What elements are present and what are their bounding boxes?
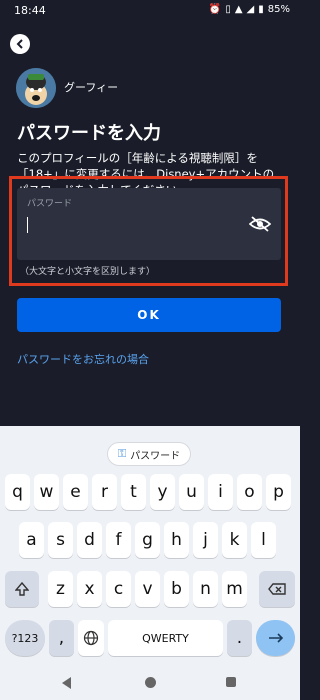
key-d[interactable]: d <box>77 522 102 558</box>
back-arrow-icon <box>16 39 23 49</box>
key-j[interactable]: j <box>193 522 218 558</box>
symbols-key[interactable]: ?123 <box>5 620 45 656</box>
key-m[interactable]: m <box>222 571 247 607</box>
key-x[interactable]: x <box>77 571 102 607</box>
enter-arrow-icon <box>268 633 283 643</box>
key-n[interactable]: n <box>193 571 218 607</box>
status-icons: ⏰ ▯ ▲ ◢ ▮ 85% <box>209 4 290 15</box>
suggestion-label: パスワード <box>130 450 181 462</box>
eye-off-icon[interactable] <box>249 216 271 232</box>
key-u[interactable]: u <box>179 474 204 510</box>
globe-key[interactable] <box>78 620 104 656</box>
wifi-icon: ▲ <box>234 4 243 15</box>
password-suggestion-chip[interactable]: ⚿ パスワード <box>107 442 191 466</box>
key-w[interactable]: w <box>34 474 59 510</box>
enter-key[interactable] <box>256 620 295 656</box>
key-b[interactable]: b <box>164 571 189 607</box>
key-t[interactable]: t <box>121 474 146 510</box>
period-key[interactable]: . <box>227 620 252 656</box>
battery-icon: ▮ <box>258 4 264 15</box>
vibrate-icon: ▯ <box>225 4 231 15</box>
key-q[interactable]: q <box>5 474 30 510</box>
profile-name: グーフィー <box>64 81 119 94</box>
key-l[interactable]: l <box>251 522 276 558</box>
shift-icon <box>15 582 29 596</box>
key-z[interactable]: z <box>48 571 73 607</box>
password-field[interactable]: パスワード <box>17 188 281 260</box>
key-v[interactable]: v <box>135 571 160 607</box>
forgot-password-link[interactable]: パスワードをお忘れの場合 <box>17 351 149 367</box>
key-i[interactable]: i <box>208 474 233 510</box>
battery-level: 85% <box>267 4 290 15</box>
key-c[interactable]: c <box>106 571 131 607</box>
key-h[interactable]: h <box>164 522 189 558</box>
backspace-key[interactable] <box>259 571 295 607</box>
alarm-icon: ⏰ <box>208 4 222 15</box>
key-f[interactable]: f <box>106 522 131 558</box>
back-button[interactable] <box>10 34 30 54</box>
key-y[interactable]: y <box>150 474 175 510</box>
password-hint: （大文字と小文字を区別します） <box>20 267 156 277</box>
nav-back-icon[interactable] <box>62 677 71 689</box>
key-r[interactable]: r <box>92 474 117 510</box>
shift-key[interactable] <box>5 571 39 607</box>
key-g[interactable]: g <box>135 522 160 558</box>
key-a[interactable]: a <box>19 522 44 558</box>
nav-recent-icon[interactable] <box>226 677 236 687</box>
globe-icon <box>83 630 99 646</box>
comma-key[interactable]: , <box>49 620 74 656</box>
status-bar: 18:44 ⏰ ▯ ▲ ◢ ▮ 85% <box>0 0 300 22</box>
backspace-icon <box>268 583 286 595</box>
text-cursor <box>27 217 28 233</box>
password-label: パスワード <box>27 199 73 209</box>
page-title: パスワードを入力 <box>17 123 161 144</box>
status-time: 18:44 <box>14 4 46 17</box>
space-key[interactable]: QWERTY <box>108 620 223 656</box>
key-e[interactable]: e <box>63 474 88 510</box>
key-icon: ⚿ <box>117 447 127 460</box>
key-s[interactable]: s <box>48 522 73 558</box>
key-p[interactable]: p <box>266 474 291 510</box>
nav-home-icon[interactable] <box>145 677 156 688</box>
ok-button[interactable]: OK <box>17 298 281 332</box>
goofy-avatar-image <box>16 68 56 108</box>
signal-icon: ◢ <box>246 4 255 15</box>
key-k[interactable]: k <box>222 522 247 558</box>
avatar <box>16 68 56 108</box>
key-o[interactable]: o <box>237 474 262 510</box>
